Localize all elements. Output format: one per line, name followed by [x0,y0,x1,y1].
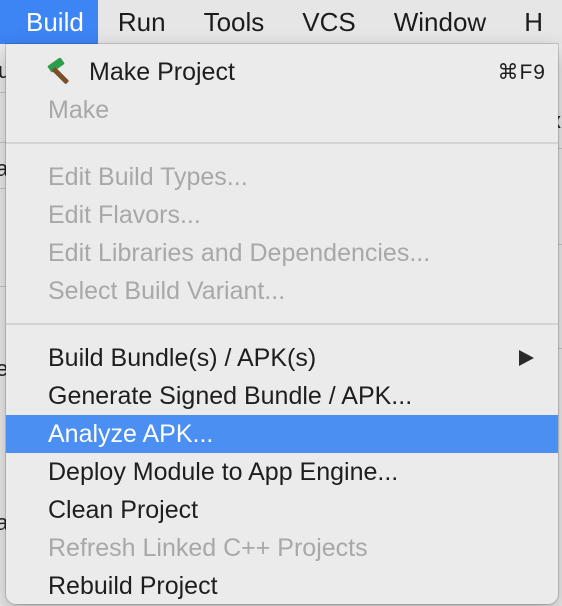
menu-item-label: Generate Signed Bundle / APK... [48,381,413,410]
menu-item-clean-project[interactable]: Clean Project [6,491,558,529]
menubar-tools[interactable]: Tools [185,0,284,44]
build-menu-dropdown: Make Project ⌘F9 Make Edit Build Types..… [6,44,558,604]
menu-item-edit-build-types[interactable]: Edit Build Types... [6,158,558,196]
menu-item-label: Rebuild Project [48,571,218,600]
menu-item-refresh-linked-cpp[interactable]: Refresh Linked C++ Projects [6,529,558,567]
menu-item-label: Edit Build Types... [48,162,248,191]
menu-item-label: Make [48,95,110,124]
menu-item-label: Refresh Linked C++ Projects [48,533,368,562]
menu-item-label: Deploy Module to App Engine... [48,457,399,486]
menu-item-label: Select Build Variant... [48,276,286,305]
menu-item-label: Build Bundle(s) / APK(s) [48,343,317,372]
menubar-vcs[interactable]: VCS [283,0,374,44]
menu-item-label: Clean Project [48,495,199,524]
menu-item-build-bundle[interactable]: Build Bundle(s) / APK(s) [6,339,558,377]
menu-bar: Build Run Tools VCS Window H [0,0,562,44]
menu-separator [6,323,558,325]
hammer-icon [47,58,69,84]
menu-item-select-build-variant[interactable]: Select Build Variant... [6,272,558,310]
menu-separator [6,142,558,144]
menubar-window[interactable]: Window [375,0,505,44]
menu-item-make-project[interactable]: Make Project ⌘F9 [6,53,558,91]
menubar-build[interactable]: Build [0,0,98,44]
menu-item-deploy-module[interactable]: Deploy Module to App Engine... [6,453,558,491]
menu-item-analyze-apk[interactable]: Analyze APK... [6,415,558,453]
menubar-run[interactable]: Run [98,0,185,44]
menu-item-edit-flavors[interactable]: Edit Flavors... [6,196,558,234]
menu-item-make[interactable]: Make [6,91,558,129]
menubar-help[interactable]: H [505,0,562,44]
menu-item-label: Edit Libraries and Dependencies... [48,238,431,267]
menu-item-label: Make Project [89,57,235,86]
submenu-arrow-icon [519,350,534,366]
keyboard-shortcut: ⌘F9 [497,60,546,84]
menu-item-label: Analyze APK... [48,419,214,448]
menu-item-generate-signed-bundle[interactable]: Generate Signed Bundle / APK... [6,377,558,415]
menu-item-rebuild-project[interactable]: Rebuild Project [6,567,558,604]
menu-item-edit-libraries[interactable]: Edit Libraries and Dependencies... [6,234,558,272]
menu-item-label: Edit Flavors... [48,200,201,229]
